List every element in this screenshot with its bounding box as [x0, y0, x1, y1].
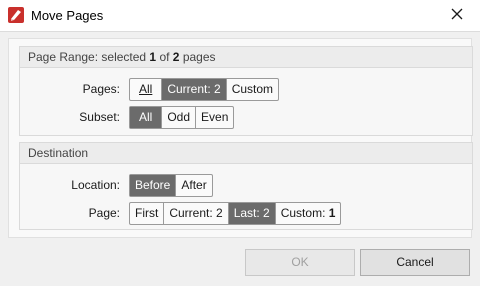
location-selector: Before After	[129, 174, 213, 197]
subset-label: Subset:	[79, 110, 120, 124]
page-custom-option[interactable]: Custom: 1	[276, 203, 341, 224]
page-range-header: Page Range: selected 1 of 2 pages	[20, 47, 472, 68]
location-label: Location:	[71, 178, 120, 192]
cancel-button[interactable]: Cancel	[360, 249, 470, 276]
page-selector: First Current: 2 Last: 2 Custom: 1	[129, 202, 342, 225]
subset-odd-option[interactable]: Odd	[162, 107, 197, 128]
subset-selector: All Odd Even	[129, 106, 235, 129]
page-last-option[interactable]: Last: 2	[228, 203, 276, 224]
ok-button[interactable]: OK	[245, 249, 355, 276]
title-bar: Move Pages	[0, 0, 480, 32]
location-before-option[interactable]: Before	[130, 175, 177, 196]
pdf-editor-icon	[8, 7, 24, 23]
page-label: Page:	[88, 206, 120, 220]
content-panel: Page Range: selected 1 of 2 pages Pages:…	[8, 38, 473, 238]
subset-all-option[interactable]: All	[130, 107, 163, 128]
pages-all-option[interactable]: All	[130, 79, 163, 100]
window-title: Move Pages	[31, 8, 104, 23]
close-button[interactable]	[434, 0, 480, 31]
subset-even-option[interactable]: Even	[196, 107, 233, 128]
page-current-option[interactable]: Current: 2	[164, 203, 229, 224]
location-after-option[interactable]: After	[176, 175, 211, 196]
page-range-group: Page Range: selected 1 of 2 pages Pages:…	[19, 46, 473, 136]
destination-group: Destination Location: Before After Page:…	[19, 142, 473, 230]
destination-header: Destination	[20, 143, 472, 164]
pages-custom-option[interactable]: Custom	[227, 79, 278, 100]
close-icon	[451, 8, 463, 23]
pages-label: Pages:	[82, 82, 120, 96]
pages-current-option[interactable]: Current: 2	[162, 79, 227, 100]
pages-selector: All Current: 2 Custom	[129, 78, 280, 101]
page-first-option[interactable]: First	[130, 203, 165, 224]
custom-page-value: 1	[328, 206, 336, 220]
